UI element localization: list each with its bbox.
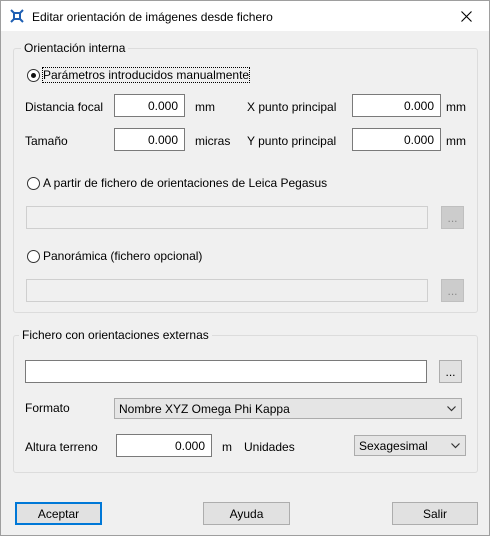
exit-button[interactable]: Salir	[392, 502, 478, 525]
close-icon	[460, 10, 472, 22]
leica-browse-button: ...	[441, 206, 464, 229]
radio-selected-indicator	[27, 68, 40, 82]
x-principal-point-input[interactable]: 0.000	[352, 94, 441, 117]
x-principal-point-unit: mm	[446, 100, 466, 114]
panoramic-browse-button: ...	[441, 279, 464, 302]
dialog-window: Editar orientación de imágenes desde fic…	[0, 0, 490, 536]
panoramic-label: Panorámica (fichero opcional)	[43, 249, 203, 263]
internal-orientation-label: Orientación interna	[21, 41, 129, 55]
format-label: Formato	[25, 401, 70, 415]
y-principal-point-unit: mm	[446, 134, 466, 148]
leica-file-input	[26, 206, 428, 229]
manual-params-radio[interactable]: Parámetros introducidos manualmente	[27, 67, 251, 83]
panoramic-file-input	[26, 279, 428, 302]
size-label: Tamaño	[25, 134, 68, 148]
units-value: Sexagesimal	[359, 439, 428, 453]
accept-button[interactable]: Aceptar	[15, 502, 102, 525]
help-button[interactable]: Ayuda	[203, 502, 290, 525]
window-title: Editar orientación de imágenes desde fic…	[32, 10, 273, 24]
radio-unselected-indicator	[27, 249, 40, 263]
y-principal-point-label: Y punto principal	[247, 134, 337, 148]
leica-file-radio[interactable]: A partir de fichero de orientaciones de …	[27, 176, 327, 190]
y-principal-point-input[interactable]: 0.000	[352, 128, 441, 151]
terrain-height-input[interactable]: 0.000	[116, 434, 212, 457]
terrain-height-label: Altura terreno	[25, 440, 98, 454]
radio-unselected-indicator	[27, 176, 40, 190]
panoramic-radio[interactable]: Panorámica (fichero opcional)	[27, 249, 202, 263]
terrain-height-unit: m	[222, 440, 232, 454]
chevron-down-icon	[451, 443, 460, 449]
close-button[interactable]	[443, 1, 489, 31]
focal-length-unit: mm	[195, 100, 215, 114]
external-file-input[interactable]	[25, 360, 427, 383]
size-unit: micras	[195, 134, 231, 148]
size-input[interactable]: 0.000	[114, 128, 185, 151]
manual-params-label: Parámetros introducidos manualmente	[41, 67, 251, 83]
external-browse-button[interactable]: ...	[439, 360, 462, 383]
x-principal-point-label: X punto principal	[247, 100, 337, 114]
format-value: Nombre XYZ Omega Phi Kappa	[119, 402, 290, 416]
title-bar[interactable]: Editar orientación de imágenes desde fic…	[1, 1, 489, 31]
external-orientation-label: Fichero con orientaciones externas	[19, 328, 212, 342]
units-select[interactable]: Sexagesimal	[354, 435, 466, 456]
format-select[interactable]: Nombre XYZ Omega Phi Kappa	[114, 398, 462, 419]
chevron-down-icon	[447, 406, 456, 412]
units-label: Unidades	[244, 440, 295, 454]
focal-length-label: Distancia focal	[25, 100, 104, 114]
app-icon	[10, 9, 24, 23]
leica-file-label: A partir de fichero de orientaciones de …	[43, 176, 328, 190]
focal-length-input[interactable]: 0.000	[114, 94, 185, 117]
